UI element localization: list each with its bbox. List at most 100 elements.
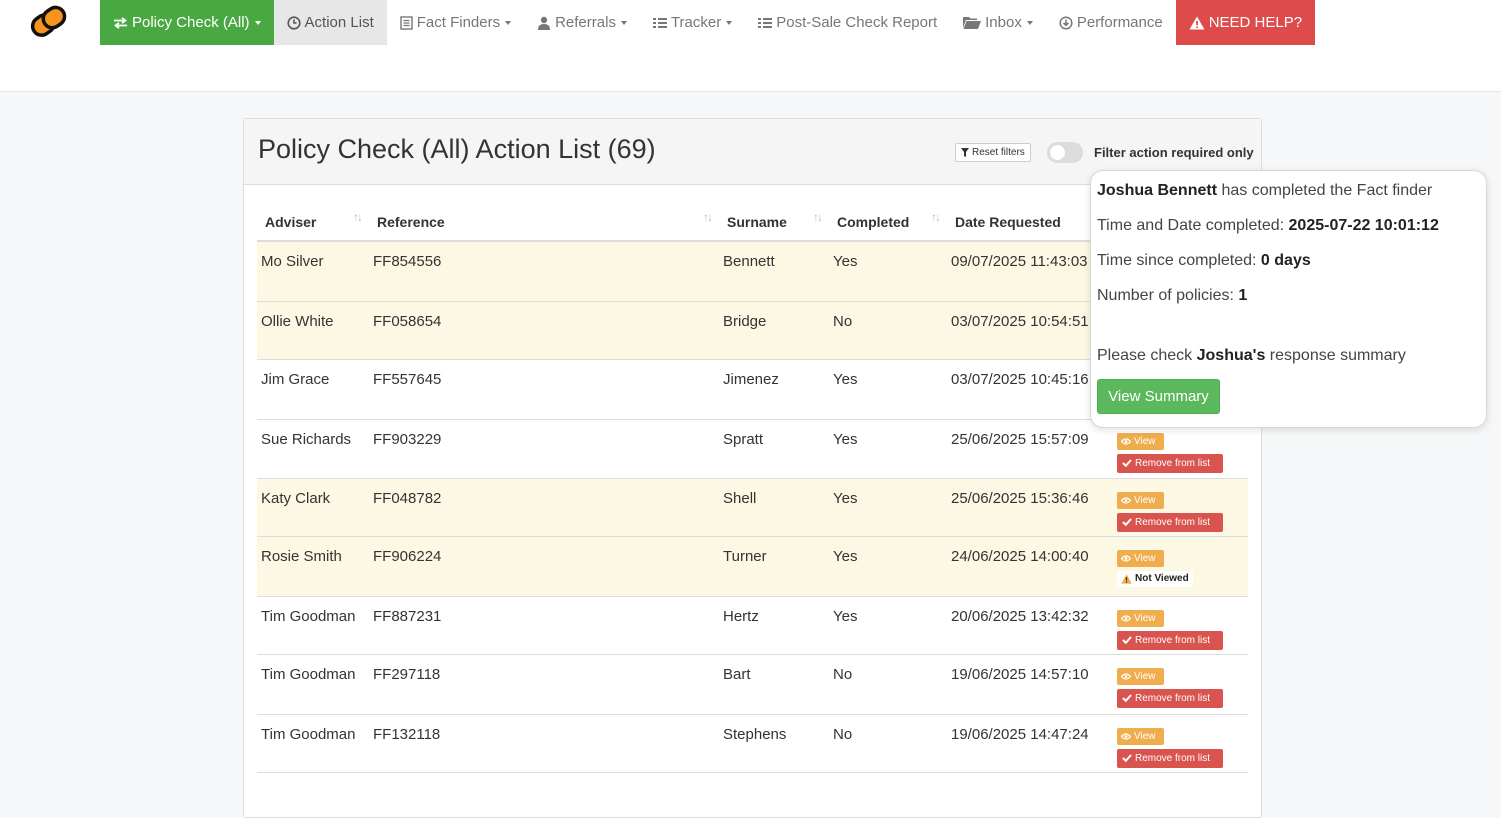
column-header-label: Date Requested [955, 213, 1061, 230]
column-header-surname[interactable]: Surname ↑↓ [719, 203, 829, 242]
cell-adviser: Jim Grace [257, 359, 369, 420]
column-header-adviser[interactable]: Adviser ↑↓ [257, 203, 369, 242]
table-row[interactable]: Katy Clark FF048782 Shell Yes 25/06/2025 15:… [257, 478, 1248, 537]
cell-date: 09/07/2025 11:43:03 [947, 241, 1113, 302]
popover-policies-value: 1 [1238, 287, 1248, 304]
sort-icon: ↑↓ [353, 210, 363, 224]
nav-item-tracker[interactable]: Tracker [640, 0, 745, 45]
nav-item-referrals[interactable]: Referrals [524, 0, 640, 45]
cell-reference: FF906224 [369, 536, 719, 597]
filter-action-required-toggle[interactable] [1047, 142, 1083, 163]
view-button[interactable]: View [1117, 609, 1164, 627]
table-row[interactable]: Rosie Smith FF906224 Turner Yes 24/06/2025 1… [257, 536, 1248, 597]
column-header-label: Adviser [265, 213, 317, 230]
nav-item-action-list[interactable]: Action List [273, 0, 387, 45]
table-row[interactable]: Sue Richards FF903229 Spratt Yes 25/06/2025 … [257, 419, 1248, 479]
cell-actions: View Remove from list [1113, 714, 1248, 773]
cell-actions: View Remove from list [1113, 654, 1248, 715]
popover-check-suffix: response summary [1269, 347, 1406, 364]
exchange-arrows-icon [113, 16, 128, 29]
popover-completed-text: has completed the Fact finder [1221, 182, 1433, 199]
view-button-label: View [1134, 494, 1156, 506]
view-button[interactable]: View [1117, 432, 1164, 450]
not-viewed-badge: Not Viewed [1117, 570, 1193, 587]
nav-item-label: Policy Check (All) [132, 14, 250, 31]
cell-completed: Yes [829, 536, 947, 597]
list-icon [652, 17, 667, 29]
cell-surname: Spratt [719, 419, 829, 479]
warning-icon [1189, 16, 1205, 30]
popover-policies-label: Number of policies: [1097, 287, 1234, 304]
cell-reference: FF903229 [369, 419, 719, 479]
action-wrapper: View [1117, 667, 1248, 685]
caret-down-icon [505, 20, 512, 25]
cell-date: 03/07/2025 10:54:51 [947, 301, 1113, 360]
table-row[interactable]: Tim Goodman FF132118 Stephens No 19/06/2025 … [257, 714, 1248, 773]
check-icon [1122, 459, 1132, 467]
view-button[interactable]: View [1117, 667, 1164, 685]
view-button[interactable]: View [1117, 727, 1164, 745]
cell-completed: Yes [829, 419, 947, 479]
row-actions: View Remove from list [1117, 608, 1248, 650]
cell-surname: Stephens [719, 714, 829, 773]
clock-icon [286, 15, 301, 30]
nav-item-performance[interactable]: Performance [1046, 0, 1176, 45]
cell-adviser: Sue Richards [257, 419, 369, 479]
table-row[interactable]: Tim Goodman FF887231 Hertz Yes 20/06/2025 13… [257, 596, 1248, 655]
nav-menu: Policy Check (All) Action List Fact Finder… [100, 0, 1316, 45]
nav-item-label: Fact Finders [416, 14, 501, 31]
reset-filters-label: Reset filters [972, 147, 1025, 158]
eye-icon [1121, 437, 1131, 445]
reset-filters-button[interactable]: Reset filters [955, 143, 1031, 162]
cell-completed: Yes [829, 596, 947, 655]
row-actions: View Remove from list [1117, 666, 1248, 708]
folder-open-icon [963, 16, 982, 29]
view-button[interactable]: View [1117, 491, 1164, 509]
action-wrapper: Not Viewed [1117, 570, 1248, 588]
remove-from-list-button[interactable]: Remove from list [1117, 453, 1223, 473]
action-wrapper: View [1117, 549, 1248, 567]
check-icon [1122, 636, 1132, 644]
row-actions: View Remove from list [1117, 490, 1248, 532]
cell-surname: Turner [719, 536, 829, 597]
row-actions: View Remove from list [1117, 431, 1248, 473]
nav-item-fact-finders[interactable]: Fact Finders [387, 0, 524, 45]
popover-check-prefix: Please check [1097, 347, 1193, 364]
check-icon [1122, 754, 1132, 762]
app-logo[interactable] [27, 2, 71, 40]
cell-adviser: Ollie White [257, 301, 369, 360]
cell-completed: No [829, 301, 947, 360]
nav-item-label: Performance [1076, 14, 1163, 31]
table-row[interactable]: Tim Goodman FF297118 Bart No 19/06/2025 14:5… [257, 654, 1248, 715]
cell-actions: View Remove from list [1113, 478, 1248, 537]
remove-from-list-button[interactable]: Remove from list [1117, 512, 1223, 532]
remove-from-list-button[interactable]: Remove from list [1117, 630, 1223, 650]
remove-button-label: Remove from list [1135, 516, 1211, 528]
sort-icon: ↑↓ [813, 210, 823, 224]
cell-reference: FF854556 [369, 241, 719, 302]
cell-surname: Bart [719, 654, 829, 715]
cell-adviser: Rosie Smith [257, 536, 369, 597]
nav-item-post-sale-check-report[interactable]: Post-Sale Check Report [745, 0, 950, 45]
view-summary-button[interactable]: View Summary [1097, 379, 1220, 414]
remove-from-list-button[interactable]: Remove from list [1117, 748, 1223, 768]
remove-button-label: Remove from list [1135, 457, 1211, 469]
column-header-reference[interactable]: Reference ↑↓ [369, 203, 719, 242]
sort-icon: ↑↓ [703, 210, 713, 224]
popover-time-since-label: Time since completed: [1097, 252, 1257, 269]
column-header-completed[interactable]: Completed ↑↓ [829, 203, 947, 242]
action-wrapper: View [1117, 491, 1248, 509]
column-header-label: Completed [837, 213, 910, 230]
cell-date: 24/06/2025 14:00:40 [947, 536, 1113, 597]
nav-item-need-help[interactable]: NEED HELP? [1175, 0, 1316, 45]
action-wrapper: Remove from list [1117, 688, 1248, 708]
cell-adviser: Tim Goodman [257, 654, 369, 715]
view-button-label: View [1134, 670, 1156, 682]
column-header-date-requested[interactable]: Date Requested [947, 203, 1113, 242]
action-wrapper: Remove from list [1117, 630, 1248, 650]
cell-date: 19/06/2025 14:57:10 [947, 654, 1113, 715]
view-button[interactable]: View [1117, 549, 1164, 567]
remove-from-list-button[interactable]: Remove from list [1117, 688, 1223, 708]
nav-item-inbox[interactable]: Inbox [950, 0, 1046, 45]
nav-item-policy-check-all[interactable]: Policy Check (All) [100, 0, 274, 45]
